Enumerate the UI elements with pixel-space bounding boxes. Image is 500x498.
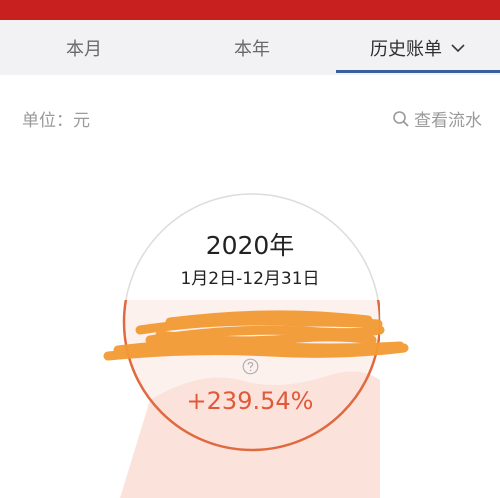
redaction-scribble <box>103 310 409 361</box>
